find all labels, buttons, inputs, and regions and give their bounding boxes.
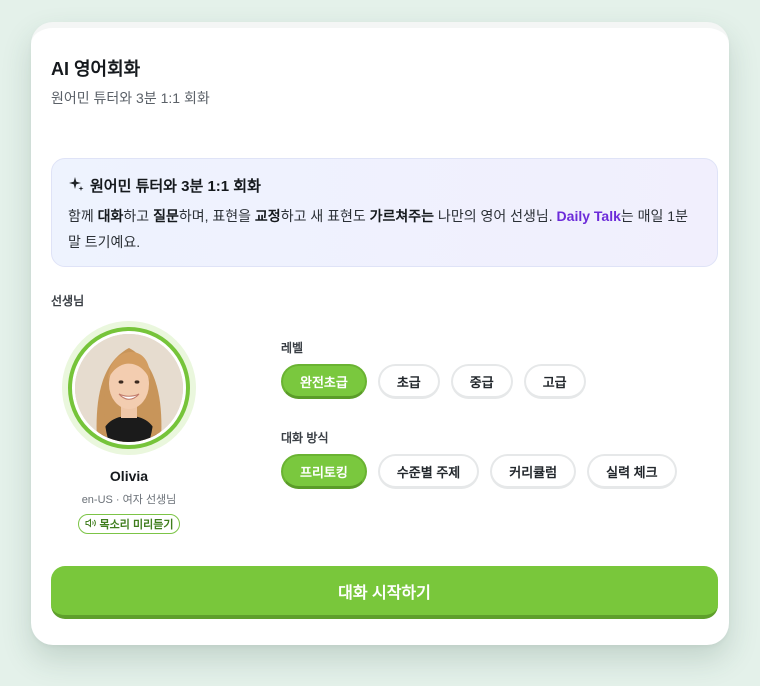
mode-option-free-talking[interactable]: 프리토킹 (281, 454, 367, 489)
start-conversation-button[interactable]: 대화 시작하기 (51, 566, 718, 619)
level-option-intermediate[interactable]: 중급 (450, 364, 513, 399)
tutor-section-label: 선생님 (51, 294, 85, 308)
level-option-beginner-zero[interactable]: 완전초급 (281, 364, 367, 399)
page-title: AI 영어회화 (51, 59, 141, 79)
voice-preview-button[interactable]: 목소리 미리듣기 (78, 514, 180, 534)
level-option-advanced[interactable]: 고급 (523, 364, 586, 399)
tutor-name: Olivia (109, 468, 149, 484)
brand-name: Daily Talk (556, 208, 621, 224)
intro-title: 원어민 튜터와 3분 1:1 회화 (90, 178, 261, 195)
mode-label: 대화 방식 (281, 431, 329, 445)
avatar (75, 334, 183, 442)
mode-options: 프리토킹 수준별 주제 커리큘럼 실력 체크 (281, 454, 677, 489)
speaker-icon (85, 517, 97, 531)
tutor-setup-card: AI 영어회화 원어민 튜터와 3분 1:1 회화 원어민 튜터와 3분 1:1… (31, 22, 729, 645)
mode-option-curriculum[interactable]: 커리큘럼 (490, 454, 577, 489)
level-label: 레벨 (281, 341, 304, 355)
intro-banner: 원어민 튜터와 3분 1:1 회화 함께 대화하고 질문하며, 표현을 교정하고… (51, 158, 718, 267)
sparkle-icon (68, 176, 84, 196)
mode-option-level-topic[interactable]: 수준별 주제 (377, 454, 480, 489)
level-option-beginner[interactable]: 초급 (377, 364, 440, 399)
mode-option-skill-check[interactable]: 실력 체크 (587, 454, 677, 489)
page-subtitle: 원어민 튜터와 3분 1:1 회화 (51, 90, 210, 106)
voice-preview-label: 목소리 미리듣기 (99, 519, 174, 531)
intro-title-row: 원어민 튜터와 3분 1:1 회화 (68, 175, 261, 196)
tutor-meta: en-US · 여자 선생님 (81, 494, 177, 506)
intro-description: 함께 대화하고 질문하며, 표현을 교정하고 새 표현도 가르쳐주는 나만의 영… (68, 208, 688, 250)
level-options: 완전초급 초급 중급 고급 (281, 364, 586, 399)
tutor-avatar[interactable] (62, 321, 196, 455)
